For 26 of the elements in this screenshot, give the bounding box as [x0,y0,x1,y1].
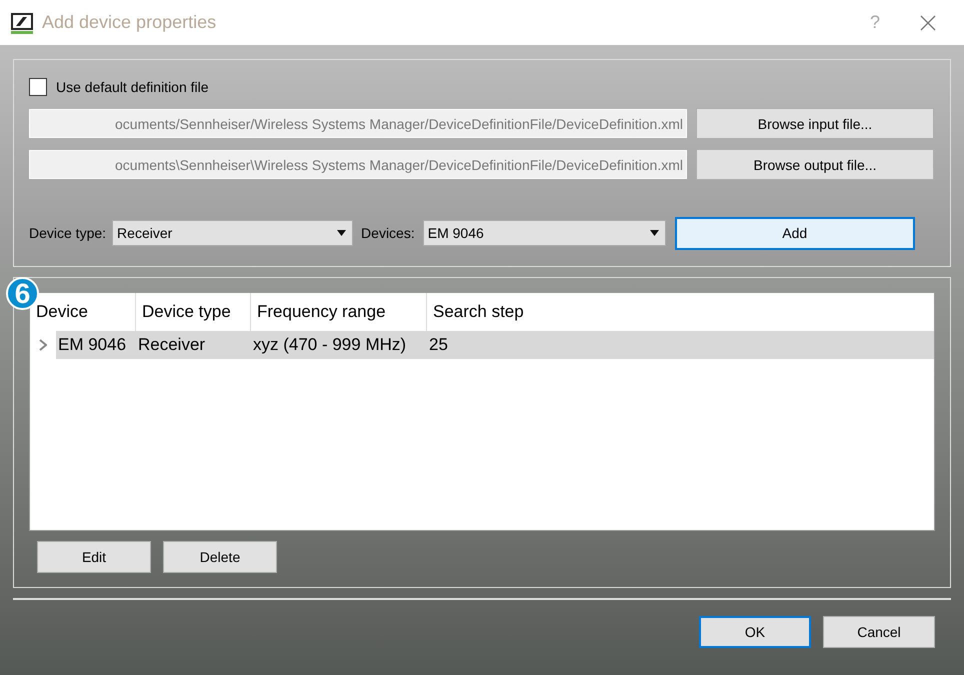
cancel-button[interactable]: Cancel [823,616,935,648]
table-cell-text: Receiver [137,334,206,356]
app-logo-icon [10,10,34,34]
close-icon[interactable] [920,14,936,30]
table-cell-text: EM 9046 [57,334,128,356]
window-title: Add device properties [42,12,218,33]
checkbox[interactable] [29,78,47,96]
column-header[interactable]: Search step [427,293,927,331]
table-cell-text: xyz (470 - 999 MHz) [252,334,408,356]
device-type-dropdown[interactable]: Receiver [112,220,354,246]
add-button[interactable]: Add [674,216,915,250]
table-row[interactable]: EM 9046 Receiver xyz (470 - 999 MHz) 25 [56,331,934,359]
delete-button[interactable]: Delete [163,541,277,573]
table-cell-text: 25 [428,334,449,356]
browse-output-button[interactable]: Browse output file... [696,149,934,180]
input-path-field[interactable]: ocuments/Sennheiser/Wireless Systems Manager/DeviceDefinitionFile/DeviceDefinition.xml [29,109,687,138]
checkbox-label: Use default definition file [56,79,209,95]
ok-button[interactable]: OK [699,616,811,648]
dropdown-arrow-icon [650,230,659,236]
devices-label: Devices: [361,225,415,241]
output-path-field[interactable]: ocuments\Sennheiser\Wireless Systems Manager/DeviceDefinitionFile/DeviceDefinition.xml [29,150,687,179]
devices-dropdown[interactable]: EM 9046 [422,220,666,246]
dropdown-arrow-icon [337,230,346,236]
browse-input-button[interactable]: Browse input file... [696,108,934,139]
device-type-label: Device type: [29,225,106,241]
edit-button[interactable]: Edit [37,541,151,573]
